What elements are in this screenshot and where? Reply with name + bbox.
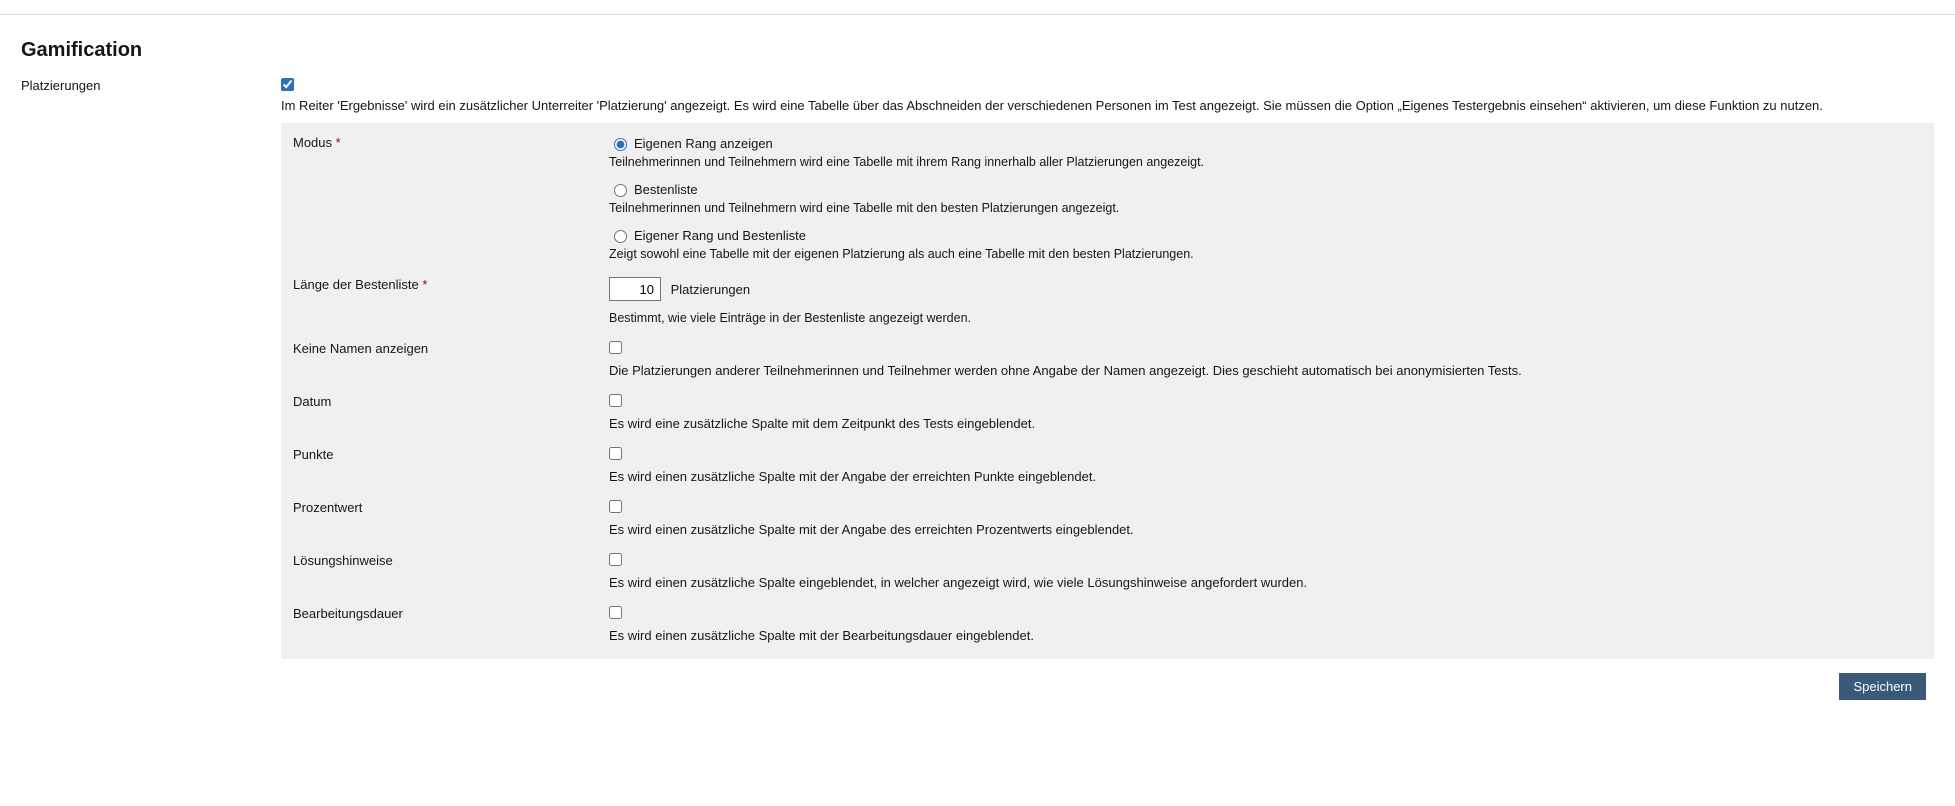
- hints-label: Lösungshinweise: [293, 553, 609, 568]
- length-value: Platzierungen Bestimmt, wie viele Einträ…: [609, 277, 1922, 325]
- length-help: Bestimmt, wie viele Einträge in der Best…: [609, 311, 1922, 325]
- modus-option-help: Teilnehmerinnen und Teilnehmern wird ein…: [609, 155, 1922, 169]
- modus-option-label: Eigener Rang und Bestenliste: [634, 228, 806, 243]
- date-checkbox[interactable]: [609, 394, 622, 407]
- duration-row: BearbeitungsdauerEs wird einen zusätzlic…: [293, 606, 1922, 643]
- modus-radio-1[interactable]: [614, 184, 627, 197]
- placements-description: Im Reiter 'Ergebnisse' wird ein zusätzli…: [281, 98, 1934, 113]
- percent-label: Prozentwert: [293, 500, 609, 515]
- percent-value: Es wird einen zusätzliche Spalte mit der…: [609, 500, 1922, 537]
- length-label: Länge der Bestenliste *: [293, 277, 609, 292]
- percent-checkbox[interactable]: [609, 500, 622, 513]
- points-help: Es wird einen zusätzliche Spalte mit der…: [609, 469, 1922, 484]
- required-marker: *: [422, 277, 427, 292]
- nonames-value: Die Platzierungen anderer Teilnehmerinne…: [609, 341, 1922, 378]
- modus-row: Modus * Eigenen Rang anzeigen Teilnehmeri…: [293, 135, 1922, 261]
- hints-help: Es wird einen zusätzliche Spalte eingebl…: [609, 575, 1922, 590]
- modus-options: Eigenen Rang anzeigen Teilnehmerinnen und…: [609, 135, 1922, 261]
- modus-option: Eigenen Rang anzeigen: [609, 135, 1922, 151]
- placements-checkbox[interactable]: [281, 78, 294, 91]
- form-footer: Speichern: [21, 673, 1934, 700]
- points-value: Es wird einen zusätzliche Spalte mit der…: [609, 447, 1922, 484]
- save-button[interactable]: Speichern: [1839, 673, 1926, 700]
- duration-label: Bearbeitungsdauer: [293, 606, 609, 621]
- modus-label: Modus *: [293, 135, 609, 150]
- duration-checkbox[interactable]: [609, 606, 622, 619]
- modus-option-help: Zeigt sowohl eine Tabelle mit der eigene…: [609, 247, 1922, 261]
- date-value: Es wird eine zusätzliche Spalte mit dem …: [609, 394, 1922, 431]
- placements-label: Platzierungen: [21, 78, 281, 93]
- date-label: Datum: [293, 394, 609, 409]
- nonames-row: Keine Namen anzeigenDie Platzierungen an…: [293, 341, 1922, 378]
- hints-row: LösungshinweiseEs wird einen zusätzliche…: [293, 553, 1922, 590]
- points-checkbox[interactable]: [609, 447, 622, 460]
- modus-option: Bestenliste: [609, 181, 1922, 197]
- top-divider: [0, 14, 1955, 15]
- length-row: Länge der Bestenliste * Platzierungen Be…: [293, 277, 1922, 325]
- duration-help: Es wird einen zusätzliche Spalte mit der…: [609, 628, 1922, 643]
- section-title: Gamification: [21, 39, 1934, 62]
- modus-radio-2[interactable]: [614, 230, 627, 243]
- modus-option-label: Bestenliste: [634, 182, 698, 197]
- modus-option-label: Eigenen Rang anzeigen: [634, 136, 773, 151]
- modus-option: Eigener Rang und Bestenliste: [609, 227, 1922, 243]
- length-unit: Platzierungen: [671, 282, 751, 297]
- nonames-help: Die Platzierungen anderer Teilnehmerinne…: [609, 363, 1922, 378]
- settings-page: Gamification Platzierungen Im Reiter 'Er…: [0, 39, 1955, 740]
- hints-value: Es wird einen zusätzliche Spalte eingebl…: [609, 553, 1922, 590]
- hints-checkbox[interactable]: [609, 553, 622, 566]
- modus-radio-0[interactable]: [614, 138, 627, 151]
- percent-help: Es wird einen zusätzliche Spalte mit der…: [609, 522, 1922, 537]
- duration-value: Es wird einen zusätzliche Spalte mit der…: [609, 606, 1922, 643]
- points-row: PunkteEs wird einen zusätzliche Spalte m…: [293, 447, 1922, 484]
- length-input[interactable]: [609, 277, 661, 301]
- placements-value: Im Reiter 'Ergebnisse' wird ein zusätzli…: [281, 78, 1934, 659]
- nonames-checkbox[interactable]: [609, 341, 622, 354]
- nonames-label: Keine Namen anzeigen: [293, 341, 609, 356]
- percent-row: ProzentwertEs wird einen zusätzliche Spa…: [293, 500, 1922, 537]
- required-marker: *: [336, 135, 341, 150]
- date-help: Es wird eine zusätzliche Spalte mit dem …: [609, 416, 1922, 431]
- modus-option-help: Teilnehmerinnen und Teilnehmern wird ein…: [609, 201, 1922, 215]
- points-label: Punkte: [293, 447, 609, 462]
- date-row: DatumEs wird eine zusätzliche Spalte mit…: [293, 394, 1922, 431]
- placements-row: Platzierungen Im Reiter 'Ergebnisse' wir…: [21, 78, 1934, 659]
- placements-sub-panel: Modus * Eigenen Rang anzeigen Teilnehmeri…: [281, 123, 1934, 659]
